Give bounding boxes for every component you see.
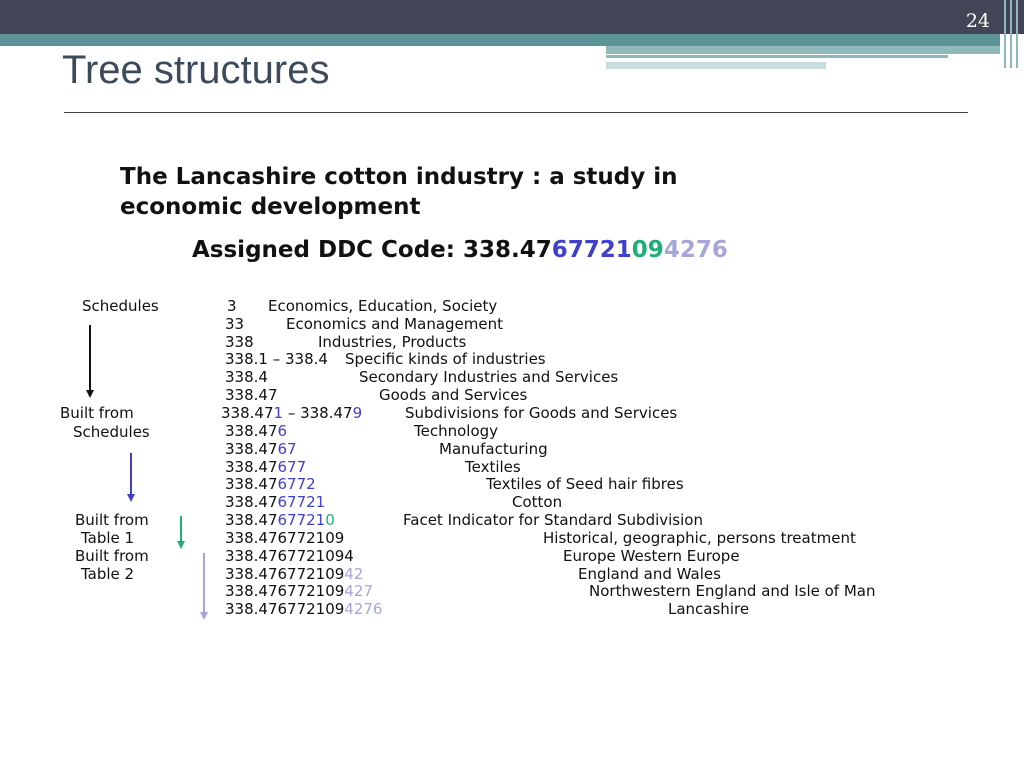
header-deco-stripe: [606, 46, 1000, 54]
ddc-part-base: 338.47: [463, 237, 552, 263]
ddc-description: Textiles of Seed hair fibres: [486, 475, 684, 493]
arrow-head: [127, 494, 135, 502]
book-title-line2: economic development: [120, 194, 421, 220]
header-deco-stripe: [606, 55, 948, 58]
ddc-description: England and Wales: [578, 565, 721, 583]
ddc-code: 338: [225, 333, 254, 351]
arrow-table2: [203, 553, 205, 613]
ddc-description: Industries, Products: [318, 333, 467, 351]
ddc-code: 338.1 – 338.4: [225, 350, 328, 368]
label-built-from-table2: Built from: [75, 547, 149, 565]
arrow-schedules: [89, 325, 91, 391]
header-deco-line: [1004, 0, 1006, 68]
ddc-code: 338.4767721094: [225, 547, 354, 565]
header-deco-line: [1010, 0, 1012, 68]
ddc-description: Cotton: [512, 493, 563, 511]
ddc-description: Europe Western Europe: [563, 547, 740, 565]
book-title: The Lancashire cotton industry : a study…: [120, 162, 678, 222]
ddc-description: Lancashire: [668, 600, 750, 618]
header-accent-bar: [0, 34, 1000, 46]
ddc-code: 338.476: [225, 422, 288, 440]
label-built-from-schedules: Built from: [60, 404, 134, 422]
ddc-description: Subdivisions for Goods and Services: [405, 404, 678, 422]
ddc-code: 338.476772109427: [225, 582, 373, 600]
ddc-description: Economics and Management: [286, 315, 503, 333]
header-deco-stripe: [606, 62, 826, 69]
ddc-code: 338.47: [225, 386, 278, 404]
ddc-code: 338.4767721094276: [225, 600, 383, 618]
ddc-code: 338.4767: [225, 440, 297, 458]
label-built-from-table2: Table 2: [81, 565, 135, 583]
ddc-description: Specific kinds of industries: [345, 350, 546, 368]
ddc-description: Facet Indicator for Standard Subdivision: [403, 511, 703, 529]
header-deco-line: [1016, 0, 1018, 68]
label-built-from-schedules: Schedules: [73, 423, 150, 441]
ddc-code: 338.47677: [225, 458, 307, 476]
ddc-description: Manufacturing: [439, 440, 548, 458]
ddc-code: 338.47677210: [225, 511, 335, 529]
ddc-description: Textiles: [465, 458, 521, 476]
header-bar: [0, 0, 1024, 34]
label-built-from-table1: Table 1: [81, 529, 135, 547]
slide-number: 24: [965, 10, 990, 32]
ddc-code: 338.476772109: [225, 529, 345, 547]
ddc-code: 338.476772: [225, 475, 316, 493]
ddc-part-schedules: 67721: [551, 237, 632, 263]
ddc-code: 33: [225, 315, 245, 333]
ddc-description: Economics, Education, Society: [268, 297, 498, 315]
ddc-code: 338.471 – 338.479: [221, 404, 363, 422]
ddc-code: 338.4: [225, 368, 268, 386]
ddc-code: 338.4767721: [225, 493, 326, 511]
ddc-description: Northwestern England and Isle of Man: [589, 582, 876, 600]
assigned-ddc-code: Assigned DDC Code: 338.4767721094276: [192, 237, 728, 263]
book-title-line1: The Lancashire cotton industry : a study…: [120, 164, 678, 190]
arrow-head: [200, 612, 208, 620]
ddc-description: Technology: [414, 422, 499, 440]
arrow-table1: [180, 516, 182, 542]
arrow-built-from-schedules: [130, 453, 132, 495]
ddc-description: Secondary Industries and Services: [359, 368, 619, 386]
ddc-description: Historical, geographic, persons treatmen…: [543, 529, 856, 547]
ddc-code: 338.47677210942: [225, 565, 364, 583]
label-built-from-table1: Built from: [75, 511, 149, 529]
arrow-head: [86, 390, 94, 398]
ddc-code: 3: [227, 297, 237, 315]
slide-title: Tree structures: [62, 48, 330, 92]
arrow-head: [177, 541, 185, 549]
label-schedules: Schedules: [82, 297, 159, 315]
ddc-label: Assigned DDC Code:: [192, 237, 463, 263]
ddc-part-table1: 09: [631, 237, 664, 263]
title-divider: [64, 112, 968, 113]
ddc-part-table2: 4276: [663, 237, 728, 263]
ddc-description: Goods and Services: [379, 386, 528, 404]
